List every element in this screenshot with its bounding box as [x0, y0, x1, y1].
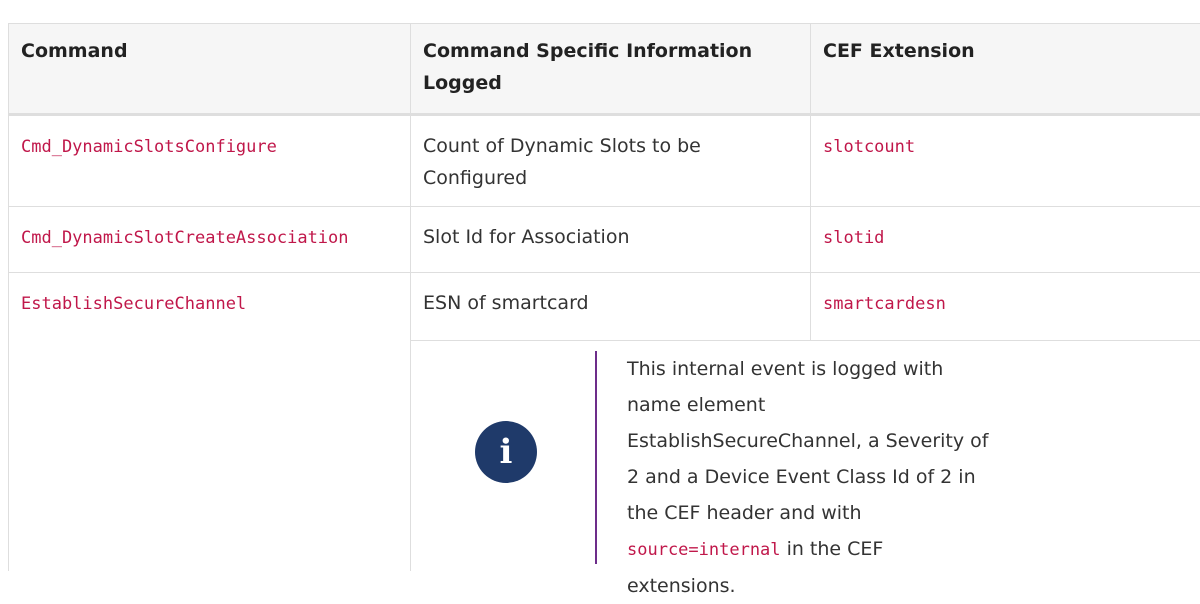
admonition-text: This internal event is logged with name …	[627, 351, 997, 604]
cef-code: slotcount	[823, 137, 915, 157]
cef-code: slotid	[823, 228, 884, 248]
table-header-row: Command Command Specific Information Log…	[9, 24, 1200, 115]
table-row: EstablishSecureChannel ESN of smartcard …	[9, 273, 1200, 341]
info-admonition: i This internal event is logged with nam…	[411, 341, 1200, 571]
info-cell: Count of Dynamic Slots to be Configured	[411, 115, 811, 207]
command-code: Cmd_DynamicSlotCreateAssociation	[21, 228, 349, 248]
note-cell: i This internal event is logged with nam…	[411, 341, 1200, 572]
cef-cell: smartcardesn	[811, 273, 1200, 341]
note-text-before: This internal event is logged with name …	[627, 358, 988, 524]
admonition-divider	[595, 351, 597, 564]
command-cell: Cmd_DynamicSlotsConfigure	[9, 115, 411, 207]
command-cell: EstablishSecureChannel	[9, 273, 411, 572]
info-cell: Slot Id for Association	[411, 207, 811, 273]
command-code: EstablishSecureChannel	[21, 294, 246, 314]
cef-cell: slotid	[811, 207, 1200, 273]
command-cell: Cmd_DynamicSlotCreateAssociation	[9, 207, 411, 273]
command-code: Cmd_DynamicSlotsConfigure	[21, 137, 277, 157]
cef-extensions-table: Command Command Specific Information Log…	[8, 23, 1200, 571]
page: Command Command Specific Information Log…	[0, 0, 1200, 559]
header-cef-extension: CEF Extension	[811, 24, 1200, 115]
info-cell: ESN of smartcard	[411, 273, 811, 341]
cef-cell: slotcount	[811, 115, 1200, 207]
info-icon: i	[475, 421, 537, 483]
note-code: source=internal	[627, 540, 781, 560]
table-row: Cmd_DynamicSlotCreateAssociation Slot Id…	[9, 207, 1200, 273]
cef-code: smartcardesn	[823, 294, 946, 314]
header-info: Command Specific Information Logged	[411, 24, 811, 115]
header-command: Command	[9, 24, 411, 115]
table-row: Cmd_DynamicSlotsConfigure Count of Dynam…	[9, 115, 1200, 207]
